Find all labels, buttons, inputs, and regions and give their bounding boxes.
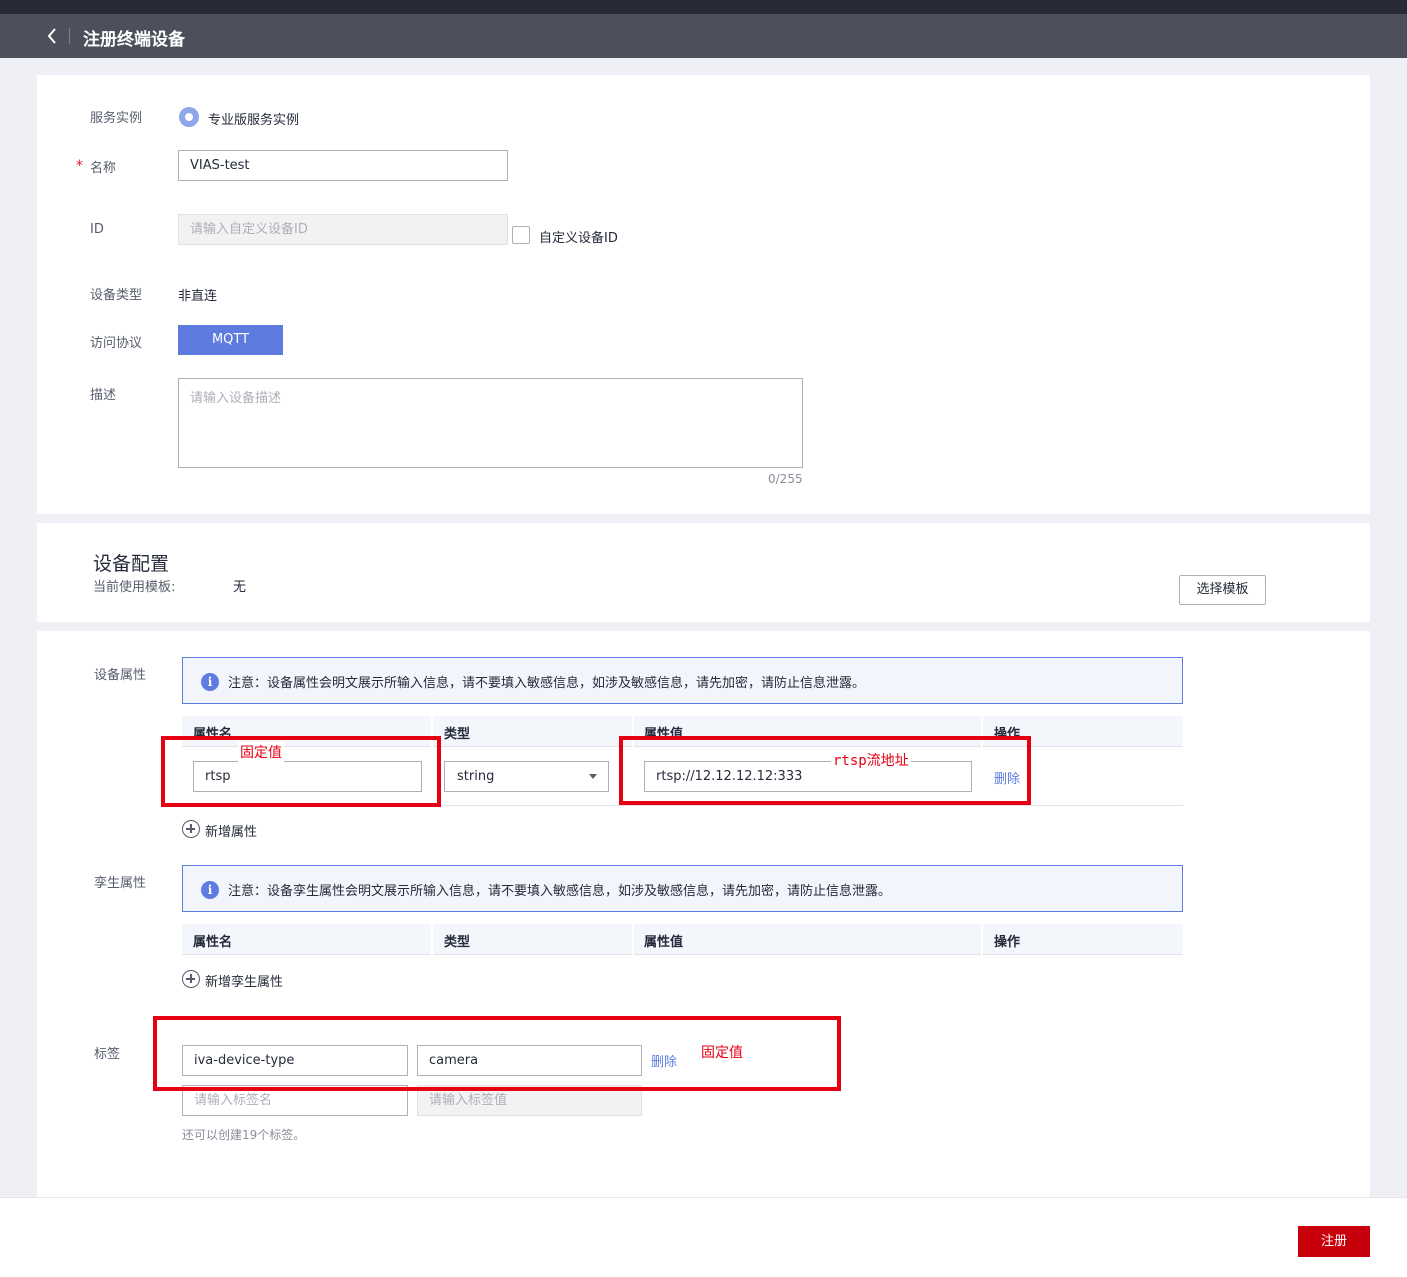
column-divider xyxy=(431,716,433,747)
top-strip xyxy=(0,0,1407,14)
new-tag-key-input[interactable]: 请输入标签名 xyxy=(182,1085,408,1116)
twin-notice: i 注意：设备孪生属性会明文展示所输入信息，请不要填入敏感信息，如涉及敏感信息，… xyxy=(182,865,1183,912)
twin-notice-text: 注意：设备孪生属性会明文展示所输入信息，请不要填入敏感信息，如涉及敏感信息，请先… xyxy=(228,884,892,899)
column-header: 操作 xyxy=(994,935,1021,950)
service-instance-label: 服务实例 xyxy=(90,111,143,126)
column-divider xyxy=(632,924,634,955)
info-icon: i xyxy=(201,673,219,691)
add-twin-property-label: 新增孪生属性 xyxy=(205,975,284,990)
column-header: 类型 xyxy=(444,935,471,950)
properties-notice: i 注意：设备属性会明文展示所输入信息，请不要填入敏感信息，如涉及敏感信息，请先… xyxy=(182,657,1183,704)
register-button[interactable]: 注册 xyxy=(1298,1226,1370,1257)
column-divider xyxy=(632,716,634,747)
properties-card: 设备属性 i 注意：设备属性会明文展示所输入信息，请不要填入敏感信息，如涉及敏感… xyxy=(37,631,1370,1197)
annotation-rtsp-address: rtsp流地址 xyxy=(831,750,911,770)
column-header: 操作 xyxy=(994,727,1021,742)
annotation-fixed-value: 固定值 xyxy=(238,742,284,762)
title-divider xyxy=(69,28,70,44)
plus-circle-icon xyxy=(182,970,200,988)
column-header: 属性值 xyxy=(644,727,684,742)
back-arrow-icon[interactable] xyxy=(44,26,60,46)
device-type-label: 设备类型 xyxy=(90,288,143,303)
add-property-button[interactable]: 新增属性 xyxy=(182,819,282,840)
basic-info-card: 服务实例 专业版服务实例 * 名称 VIAS-test ID 请输入自定义设备I… xyxy=(37,75,1370,514)
footer-bar: 注册 xyxy=(0,1197,1407,1277)
property-name-input[interactable]: rtsp xyxy=(193,761,422,792)
description-textarea[interactable]: 请输入设备描述 xyxy=(178,378,803,468)
current-template-value: 无 xyxy=(233,580,247,595)
device-config-heading: 设备配置 xyxy=(93,553,170,575)
tag-key-input[interactable]: iva-device-type xyxy=(182,1045,408,1076)
title-bar: 注册终端设备 xyxy=(0,14,1407,58)
protocol-mqtt-button[interactable]: MQTT xyxy=(178,325,283,355)
column-divider xyxy=(431,924,433,955)
name-input[interactable]: VIAS-test xyxy=(178,150,508,181)
add-twin-property-button[interactable]: 新增孪生属性 xyxy=(182,969,302,990)
custom-id-checkbox[interactable] xyxy=(512,226,530,244)
column-header: 属性名 xyxy=(193,727,233,742)
new-tag-value-input[interactable]: 请输入标签值 xyxy=(417,1085,642,1116)
tag-value-input[interactable]: camera xyxy=(417,1045,642,1076)
info-icon: i xyxy=(201,881,219,899)
properties-notice-text: 注意：设备属性会明文展示所输入信息，请不要填入敏感信息，如涉及敏感信息，请先加密… xyxy=(228,676,866,691)
property-value-input[interactable]: rtsp://12.12.12.12:333 xyxy=(644,761,972,792)
property-type-select[interactable]: string xyxy=(444,761,609,792)
row-divider xyxy=(182,805,1183,806)
id-input[interactable]: 请输入自定义设备ID xyxy=(178,214,508,245)
protocol-label: 访问协议 xyxy=(90,336,143,351)
properties-table-header: 属性名 类型 属性值 操作 xyxy=(182,716,1183,747)
twin-properties-label: 孪生属性 xyxy=(94,876,147,891)
column-header: 属性值 xyxy=(644,935,684,950)
service-instance-value: 专业版服务实例 xyxy=(208,113,300,128)
page-title: 注册终端设备 xyxy=(83,30,185,50)
current-template-label: 当前使用模板: xyxy=(93,580,176,595)
required-mark: * xyxy=(76,158,83,174)
tags-label: 标签 xyxy=(94,1047,121,1062)
name-label: 名称 xyxy=(90,161,117,176)
chevron-down-icon xyxy=(589,774,597,779)
delete-tag-link[interactable]: 删除 xyxy=(651,1051,677,1070)
service-instance-radio-icon[interactable] xyxy=(179,107,199,127)
column-divider xyxy=(981,924,983,955)
column-divider xyxy=(981,716,983,747)
id-label: ID xyxy=(90,222,104,237)
device-config-card: 设备配置 当前使用模板: 无 选择模板 xyxy=(37,523,1370,622)
annotation-fixed-value: 固定值 xyxy=(699,1042,745,1062)
select-template-button[interactable]: 选择模板 xyxy=(1179,575,1266,605)
add-property-label: 新增属性 xyxy=(205,825,258,840)
description-label: 描述 xyxy=(90,388,117,403)
device-type-value: 非直连 xyxy=(178,289,218,304)
delete-property-link[interactable]: 删除 xyxy=(994,768,1020,787)
device-properties-label: 设备属性 xyxy=(94,668,147,683)
description-counter: 0/255 xyxy=(768,472,803,486)
plus-circle-icon xyxy=(182,820,200,838)
custom-id-checkbox-label[interactable]: 自定义设备ID xyxy=(539,227,618,246)
column-header: 属性名 xyxy=(193,935,233,950)
twin-table-header: 属性名 类型 属性值 操作 xyxy=(182,924,1183,955)
column-header: 类型 xyxy=(444,727,471,742)
property-type-value: string xyxy=(457,769,495,784)
tags-remaining-hint: 还可以创建19个标签。 xyxy=(182,1128,306,1142)
